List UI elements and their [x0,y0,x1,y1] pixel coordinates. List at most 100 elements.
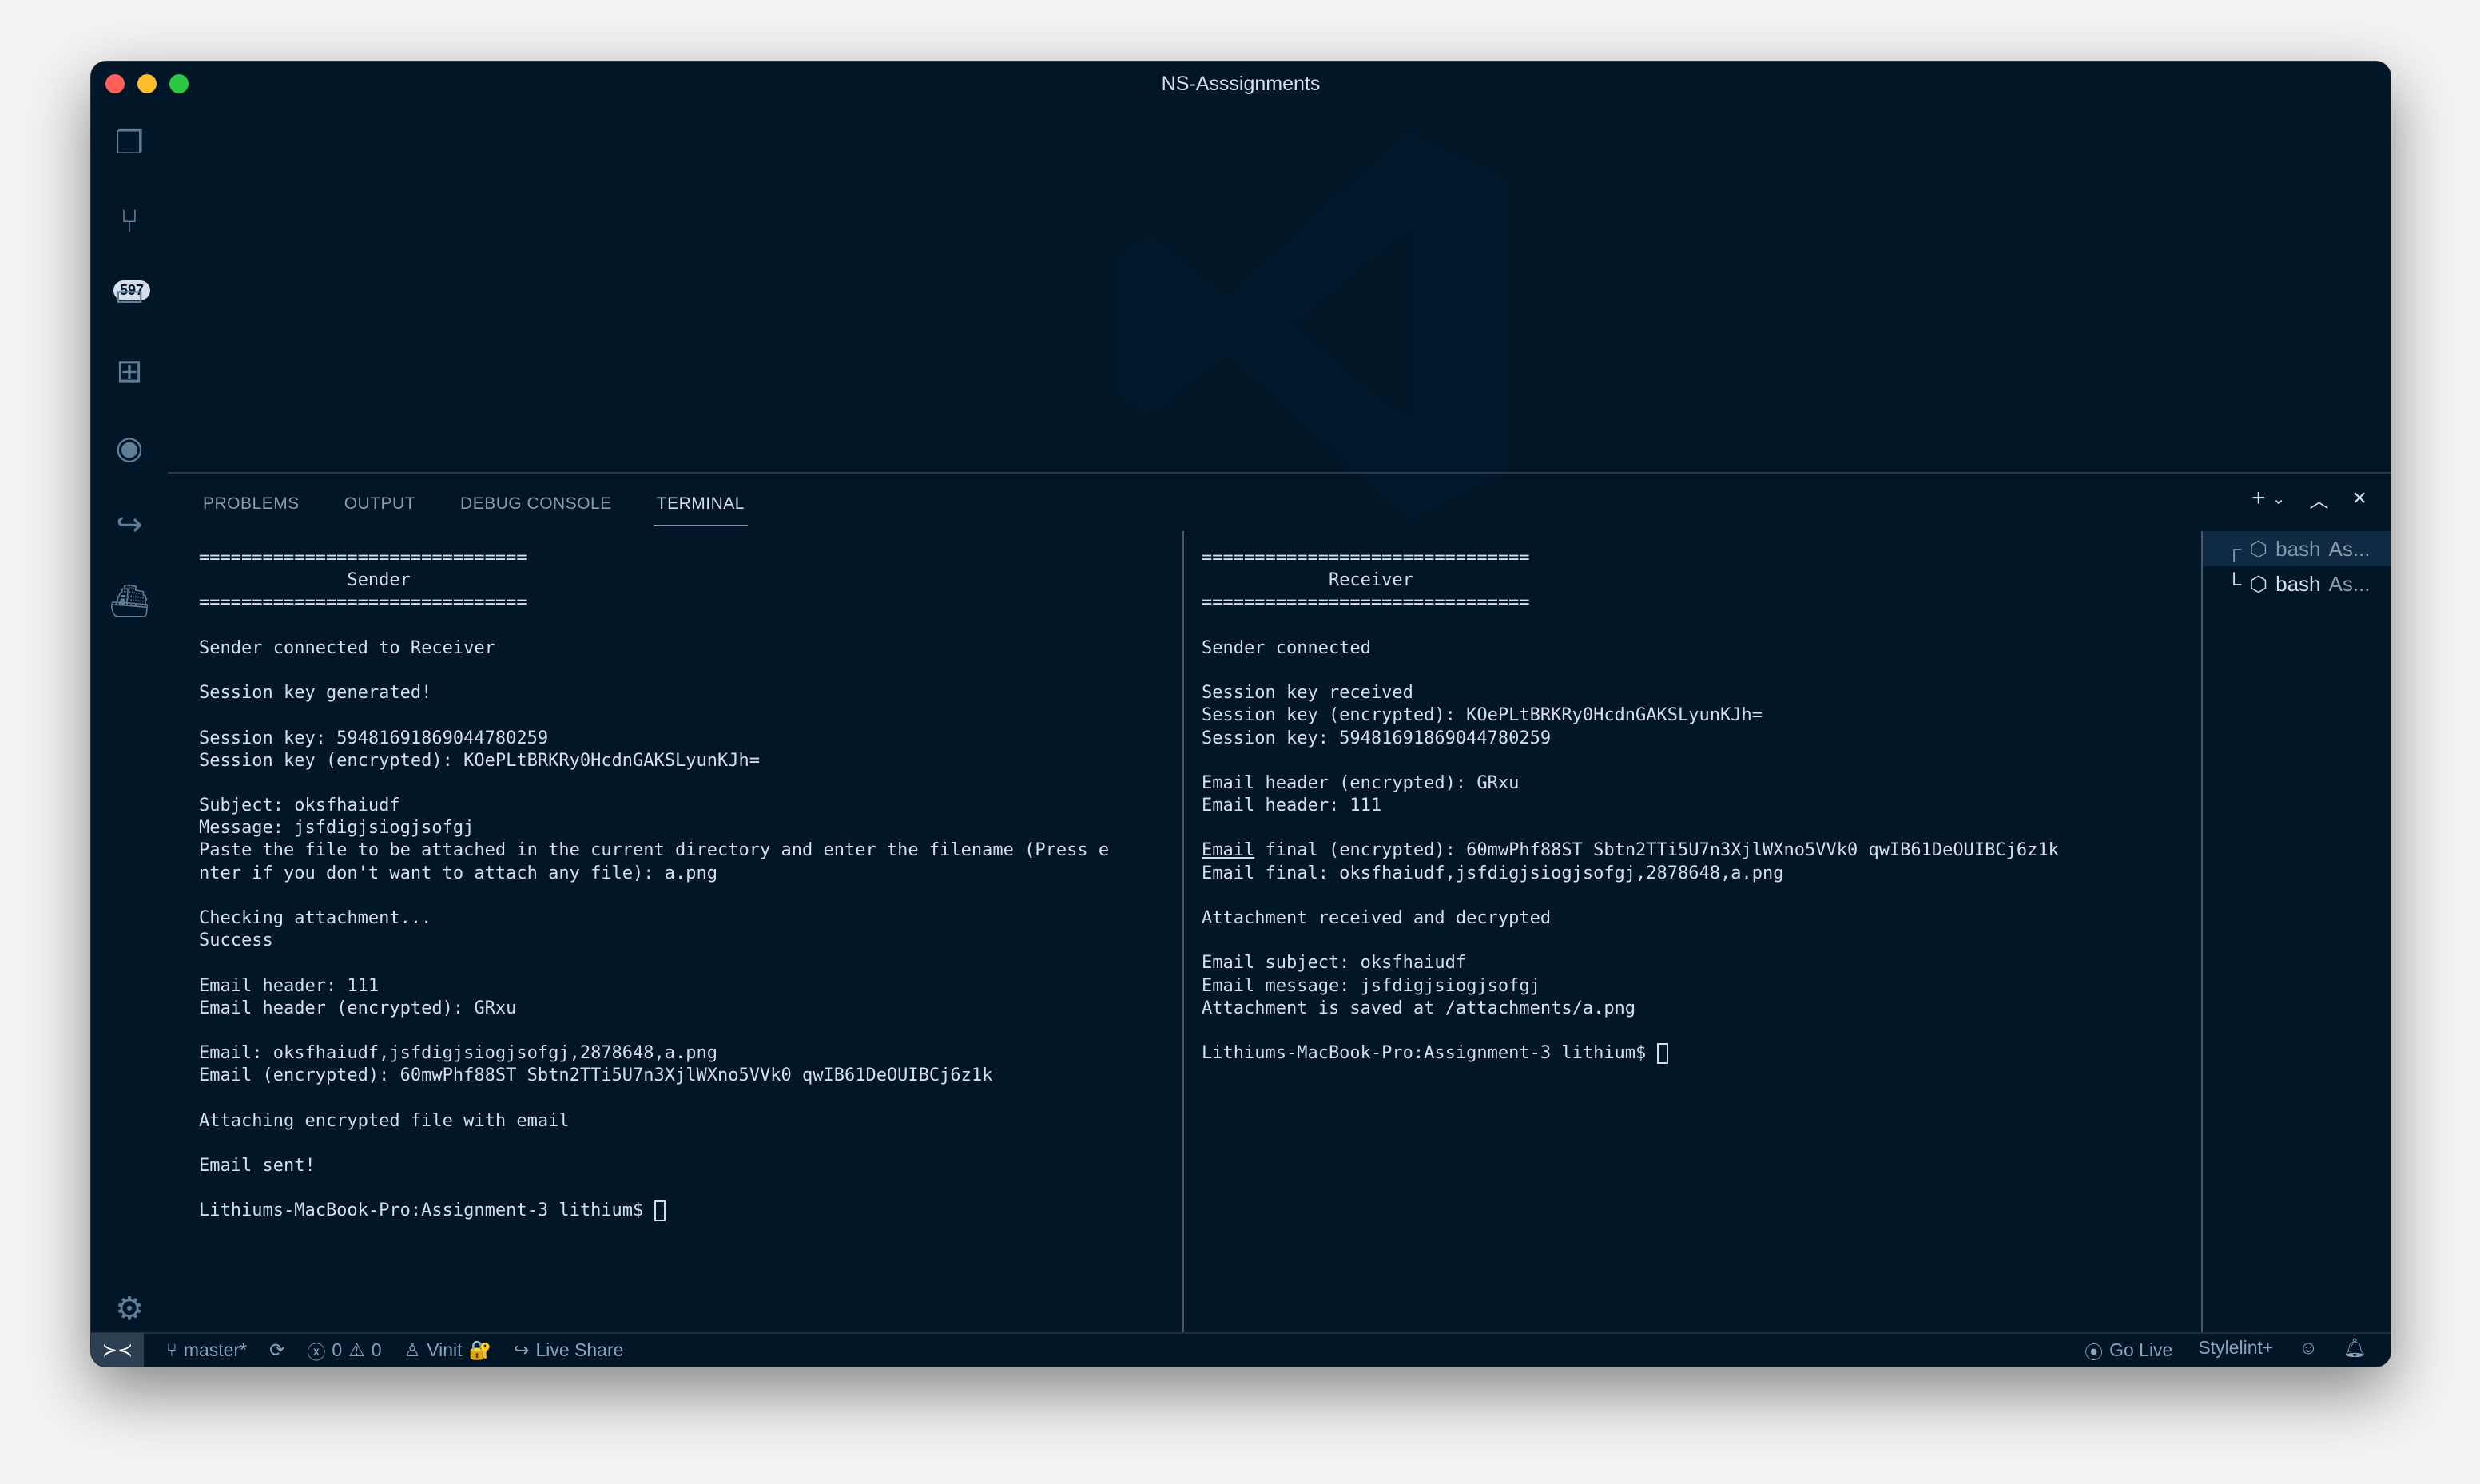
error-icon: ⓧ [307,1341,326,1363]
terminal-line: Success [199,930,273,951]
maximize-window-button[interactable] [169,74,189,93]
warning-count: 0 [371,1339,382,1360]
terminal-line: Email subject: oksfhaiudf [1202,953,1467,974]
terminal-instances-list: ┌ ⬡ bash As... └ ⬡ bash As... [2201,531,2391,1332]
terminal-line: Subject: oksfhaiudf [199,796,400,816]
error-count: 0 [332,1339,343,1360]
terminal-line: Email (encrypted): 60mwPhf88ST Sbtn2TTi5… [199,1065,993,1086]
tab-problems[interactable]: PROBLEMS [200,483,303,526]
terminal-pane-sender[interactable]: =============================== Sender ==… [168,531,1184,1332]
terminal-line: nter if you don't want to attach any fil… [199,863,718,883]
live-share-icon[interactable]: ↪ [109,504,150,546]
tree-connector-icon: └ [2227,571,2242,596]
tab-terminal[interactable]: TERMINAL [653,483,748,526]
user-name: Vinit [427,1339,463,1360]
tree-connector-icon: ┌ [2227,536,2242,561]
instance-name: bash [2275,571,2321,596]
github-icon[interactable]: ◉ [109,427,150,469]
remote-indicator-icon[interactable]: ≻≺ [91,1333,144,1367]
terminal-instance[interactable]: └ ⬡ bash As... [2203,566,2391,601]
maximize-panel-chevron-up-icon[interactable]: ︿ [2309,485,2328,514]
person-icon: ♙ [403,1339,421,1360]
source-control-icon[interactable]: ⑂ [109,200,150,242]
terminal-line: =============================== [1202,593,1530,613]
extensions-icon[interactable]: ⊞ [109,351,150,392]
cursor [654,1200,666,1222]
terminal-line: Email header (encrypted): GRxu [199,998,517,1018]
title-bar: NS-Asssignments [91,62,2391,106]
live-share-status[interactable]: ↪ Live Share [514,1339,623,1361]
go-live-button[interactable]: ⦿ Go Live [2085,1337,2172,1364]
line-text: final (encrypted): 60mwPhf88ST Sbtn2TTi5… [1254,840,2059,861]
terminal-pane-receiver[interactable]: =============================== Receiver… [1186,531,2201,1332]
feedback-icon[interactable]: ☺ [2299,1337,2317,1364]
terminal-line: Session key: 59481691869044780259 [1202,728,1552,748]
terminal-line: Email sent! [199,1156,316,1176]
branch-status[interactable]: ⑂ master* [166,1339,247,1361]
terminal-line: Email final (encrypted): 60mwPhf88ST Sbt… [1202,839,2201,862]
window-title: NS-Asssignments [1161,72,1321,95]
explorer-icon[interactable]: ❐ [109,122,150,164]
minimize-window-button[interactable] [137,74,157,93]
status-bar: ≻≺ ⑂ master* ⟳ ⓧ 0 ⚠ 0 ♙ Vinit 🔐 ↪ Live Share ⦿… [91,1332,2391,1367]
terminal-line: Receiver [1202,570,1413,591]
terminal-line: Attachment received and decrypted [1202,908,1552,928]
terminal-line: Sender connected to Receiver [199,637,495,658]
terminal-line: Session key (encrypted): KOePLtBRKRy0Hcd… [1202,705,1763,726]
terminal-line: Email header: 111 [1202,796,1382,816]
terminal-line: Sender connected [1202,637,1371,658]
terminal-line: =============================== [199,593,527,613]
stylelint-status[interactable]: Stylelint+ [2198,1337,2273,1364]
terminal-line: Email: oksfhaiudf,jsfdigjsiogjsofgj,2878… [199,1043,718,1064]
prompt: Lithiums-MacBook-Pro:Assignment-3 lithiu… [1202,1043,1657,1064]
notifications-bell-icon[interactable]: 🔔︎ [2343,1337,2367,1364]
close-panel-icon[interactable]: × [2352,485,2367,514]
account-status[interactable]: ♙ Vinit 🔐 [404,1339,492,1361]
docker-icon[interactable]: ⛴ [109,581,150,622]
terminal-dropdown-chevron-icon[interactable]: ⌄ [2272,485,2286,514]
bash-icon: ⬡ [2249,571,2268,596]
live-share-label: Live Share [535,1339,624,1360]
bash-icon: ⬡ [2249,536,2268,561]
terminal-line: Email header (encrypted): GRxu [1202,772,1520,793]
terminal-line: Message: jsfdigjsiogjsofgj [199,818,475,839]
new-terminal-plus-icon[interactable]: + [2251,485,2266,514]
instance-cwd: As... [2328,536,2371,561]
instance-cwd: As... [2328,571,2371,596]
terminal-line: Session key (encrypted): KOePLtBRKRy0Hcd… [199,750,760,771]
terminal-line: Email final: oksfhaiudf,jsfdigjsiogjsofg… [1202,863,1784,883]
cursor [1656,1043,1668,1065]
terminal-line: Checking attachment... [199,908,432,928]
terminal-line: Sender [199,570,411,591]
warning-icon: ⚠ [348,1339,365,1360]
email-link[interactable]: Email [1202,840,1254,860]
problems-status[interactable]: ⓧ 0 ⚠ 0 [307,1337,381,1364]
terminal-instance[interactable]: ┌ ⬡ bash As... [2203,531,2391,566]
terminal-line: Email message: jsfdigjsiogjsofgj [1202,975,1540,996]
settings-gear-icon[interactable]: ⚙ [109,1288,150,1330]
broadcast-icon: ⦿ [2085,1341,2104,1363]
sync-icon[interactable]: ⟳ [269,1339,284,1361]
prompt-line: Lithiums-MacBook-Pro:Assignment-3 lithiu… [1202,1042,2201,1065]
bottom-panel: PROBLEMS OUTPUT DEBUG CONSOLE TERMINAL +… [168,472,2391,1332]
vscode-window: NS-Asssignments ❐ ⑂ 597 ▭ ⊞ ◉ ↪ ⛴ ⚙ PROB… [90,61,2391,1367]
lock-key-icon: 🔐 [468,1339,492,1360]
tab-output[interactable]: OUTPUT [341,483,419,526]
close-window-button[interactable] [105,74,125,93]
instance-name: bash [2275,536,2321,561]
terminal-line: Session key generated! [199,683,432,704]
remote-explorer-icon[interactable]: ▭ [109,274,150,315]
live-share-icon: ↪ [514,1339,530,1360]
terminal-line: Paste the file to be attached in the cur… [199,840,1110,861]
branch-name: master* [183,1339,248,1360]
tab-debug-console[interactable]: DEBUG CONSOLE [457,483,615,526]
